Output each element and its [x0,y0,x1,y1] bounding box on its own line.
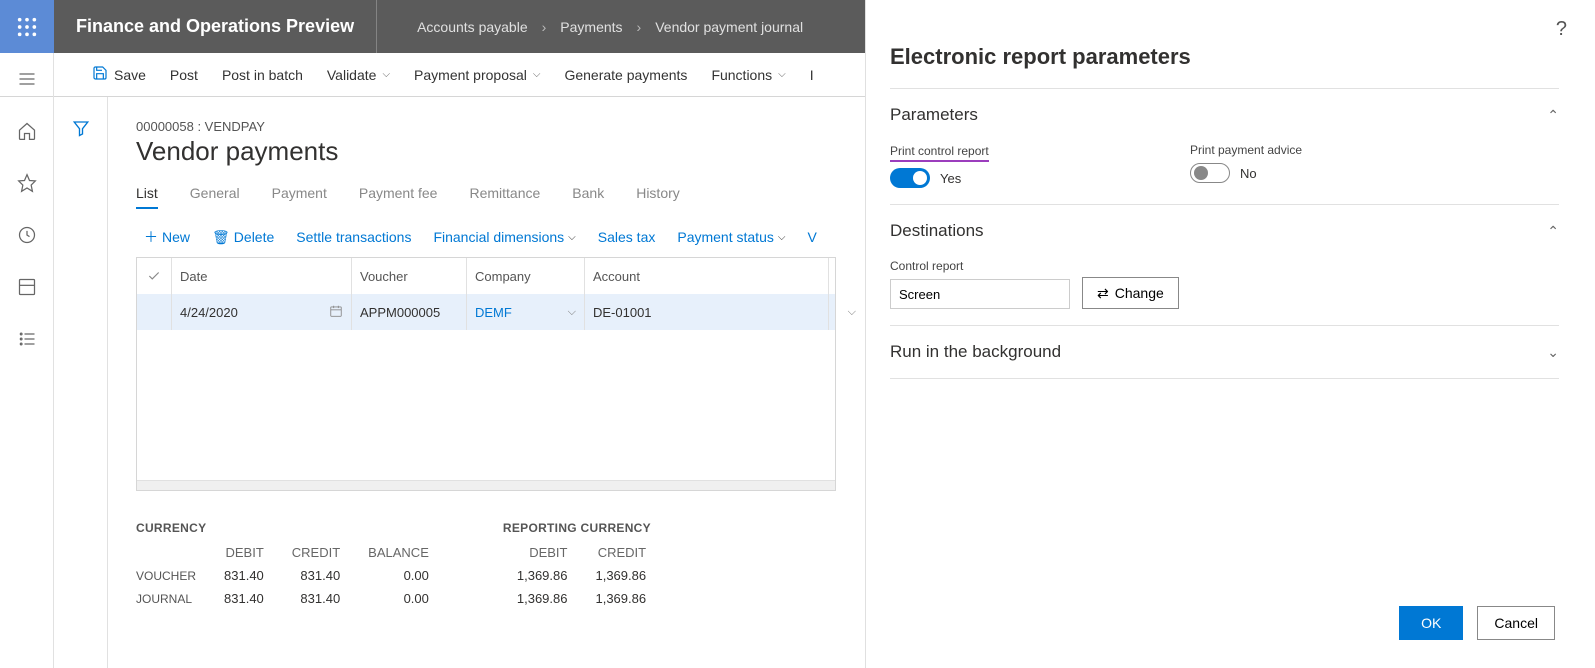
balance-header: BALANCE [354,541,443,564]
chevron-down-icon: ⌵ [568,232,576,243]
help-icon[interactable]: ? [1556,18,1567,41]
toggle-value: No [1240,166,1257,181]
more-grid-button[interactable]: V [807,229,816,245]
validate-button[interactable]: Validate⌵ [327,67,390,83]
print-advice-toggle[interactable] [1190,163,1230,183]
control-report-input[interactable] [890,279,1070,309]
col-header-company[interactable]: Company [467,258,585,294]
breadcrumb-item[interactable]: Payments [560,19,622,35]
module-icon[interactable] [15,275,39,299]
table-row[interactable]: 4/24/2020 APPM000005 DEMF ⌵ DE-01001 ⌵ [137,294,835,330]
hamburger-icon[interactable] [15,67,39,91]
cell-company[interactable]: DEMF ⌵ [467,294,585,330]
ok-button[interactable]: OK [1399,606,1463,640]
tab-payment[interactable]: Payment [272,185,327,209]
chevron-down-icon[interactable]: ⌵ [848,306,856,319]
swap-icon: ⇄ [1097,285,1109,302]
breadcrumb-item[interactable]: Vendor payment journal [655,19,803,35]
print-control-report-label: Print control report [890,144,989,162]
financial-dimensions-button[interactable]: Financial dimensions⌵ [433,229,575,245]
payment-status-button[interactable]: Payment status⌵ [677,229,785,245]
reporting-currency-heading: REPORTING CURRENCY [503,521,660,535]
star-icon[interactable] [15,171,39,195]
toggle-value: Yes [940,171,961,186]
trash-icon: 🗑 [212,229,230,246]
settle-button[interactable]: Settle transactions [296,229,411,245]
tab-list[interactable]: List [136,185,158,209]
list-icon[interactable] [15,327,39,351]
cell-account[interactable]: DE-01001 ⌵ [585,294,829,330]
tab-remittance[interactable]: Remittance [469,185,540,209]
breadcrumb-item[interactable]: Accounts payable [417,19,528,35]
app-title: Finance and Operations Preview [54,0,377,53]
page-title: Vendor payments [136,136,864,167]
col-header-account[interactable]: Account [585,258,829,294]
cancel-button[interactable]: Cancel [1477,606,1555,640]
chevron-up-icon: ⌃ [1547,223,1559,240]
journal-id: 00000058 : VENDPAY [136,119,864,134]
calendar-icon[interactable] [329,304,343,321]
tab-payment-fee[interactable]: Payment fee [359,185,438,209]
cell-voucher[interactable]: APPM000005 [352,294,467,330]
chevron-down-icon: ⌵ [778,232,786,243]
debit-header: DEBIT [503,541,582,564]
tab-history[interactable]: History [636,185,680,209]
chevron-down-icon: ⌵ [533,69,541,80]
section-parameters[interactable]: Parameters ⌃ [890,105,1559,125]
section-background[interactable]: Run in the background ⌄ [890,342,1559,362]
select-all-checkbox[interactable] [137,258,172,294]
side-panel: ? Electronic report parameters Parameter… [865,0,1595,668]
save-button[interactable]: Save [92,65,146,84]
credit-header: CREDIT [581,541,660,564]
payments-grid: Date Voucher Company Account 4/24/2020 A… [136,257,836,491]
debit-header: DEBIT [210,541,278,564]
plus-icon: ＋ [144,227,158,247]
chevron-down-icon: ⌵ [778,69,786,80]
generate-payments-button[interactable]: Generate payments [564,67,687,83]
currency-heading: CURRENCY [136,521,443,535]
filter-icon[interactable] [72,119,90,668]
control-report-label: Control report [890,259,1070,273]
change-button[interactable]: ⇄ Change [1082,277,1179,309]
post-batch-button[interactable]: Post in batch [222,67,303,83]
chevron-right-icon: › [637,19,642,35]
section-destinations[interactable]: Destinations ⌃ [890,221,1559,241]
chevron-down-icon: ⌵ [382,69,390,80]
sales-tax-button[interactable]: Sales tax [598,229,656,245]
chevron-up-icon: ⌃ [1547,107,1559,124]
chevron-down-icon[interactable]: ⌵ [568,306,576,319]
post-button[interactable]: Post [170,67,198,83]
chevron-right-icon: › [542,19,547,35]
credit-header: CREDIT [278,541,354,564]
print-control-toggle[interactable] [890,168,930,188]
more-button[interactable]: I [810,67,814,83]
waffle-menu[interactable] [0,0,54,53]
panel-title: Electronic report parameters [890,44,1559,70]
save-label: Save [114,67,146,83]
save-icon [92,65,108,84]
functions-button[interactable]: Functions⌵ [711,67,785,83]
cell-date[interactable]: 4/24/2020 [172,294,352,330]
breadcrumb: Accounts payable › Payments › Vendor pay… [377,19,803,35]
new-button[interactable]: ＋New [144,227,190,247]
grid-scrollbar[interactable] [137,480,835,490]
payment-proposal-button[interactable]: Payment proposal⌵ [414,67,540,83]
clock-icon[interactable] [15,223,39,247]
col-header-date[interactable]: Date [172,258,352,294]
home-icon[interactable] [15,119,39,143]
chevron-down-icon: ⌄ [1547,344,1559,361]
print-payment-advice-label: Print payment advice [1190,143,1390,157]
tab-bank[interactable]: Bank [572,185,604,209]
tab-general[interactable]: General [190,185,240,209]
delete-button[interactable]: 🗑Delete [212,229,274,246]
col-header-voucher[interactable]: Voucher [352,258,467,294]
